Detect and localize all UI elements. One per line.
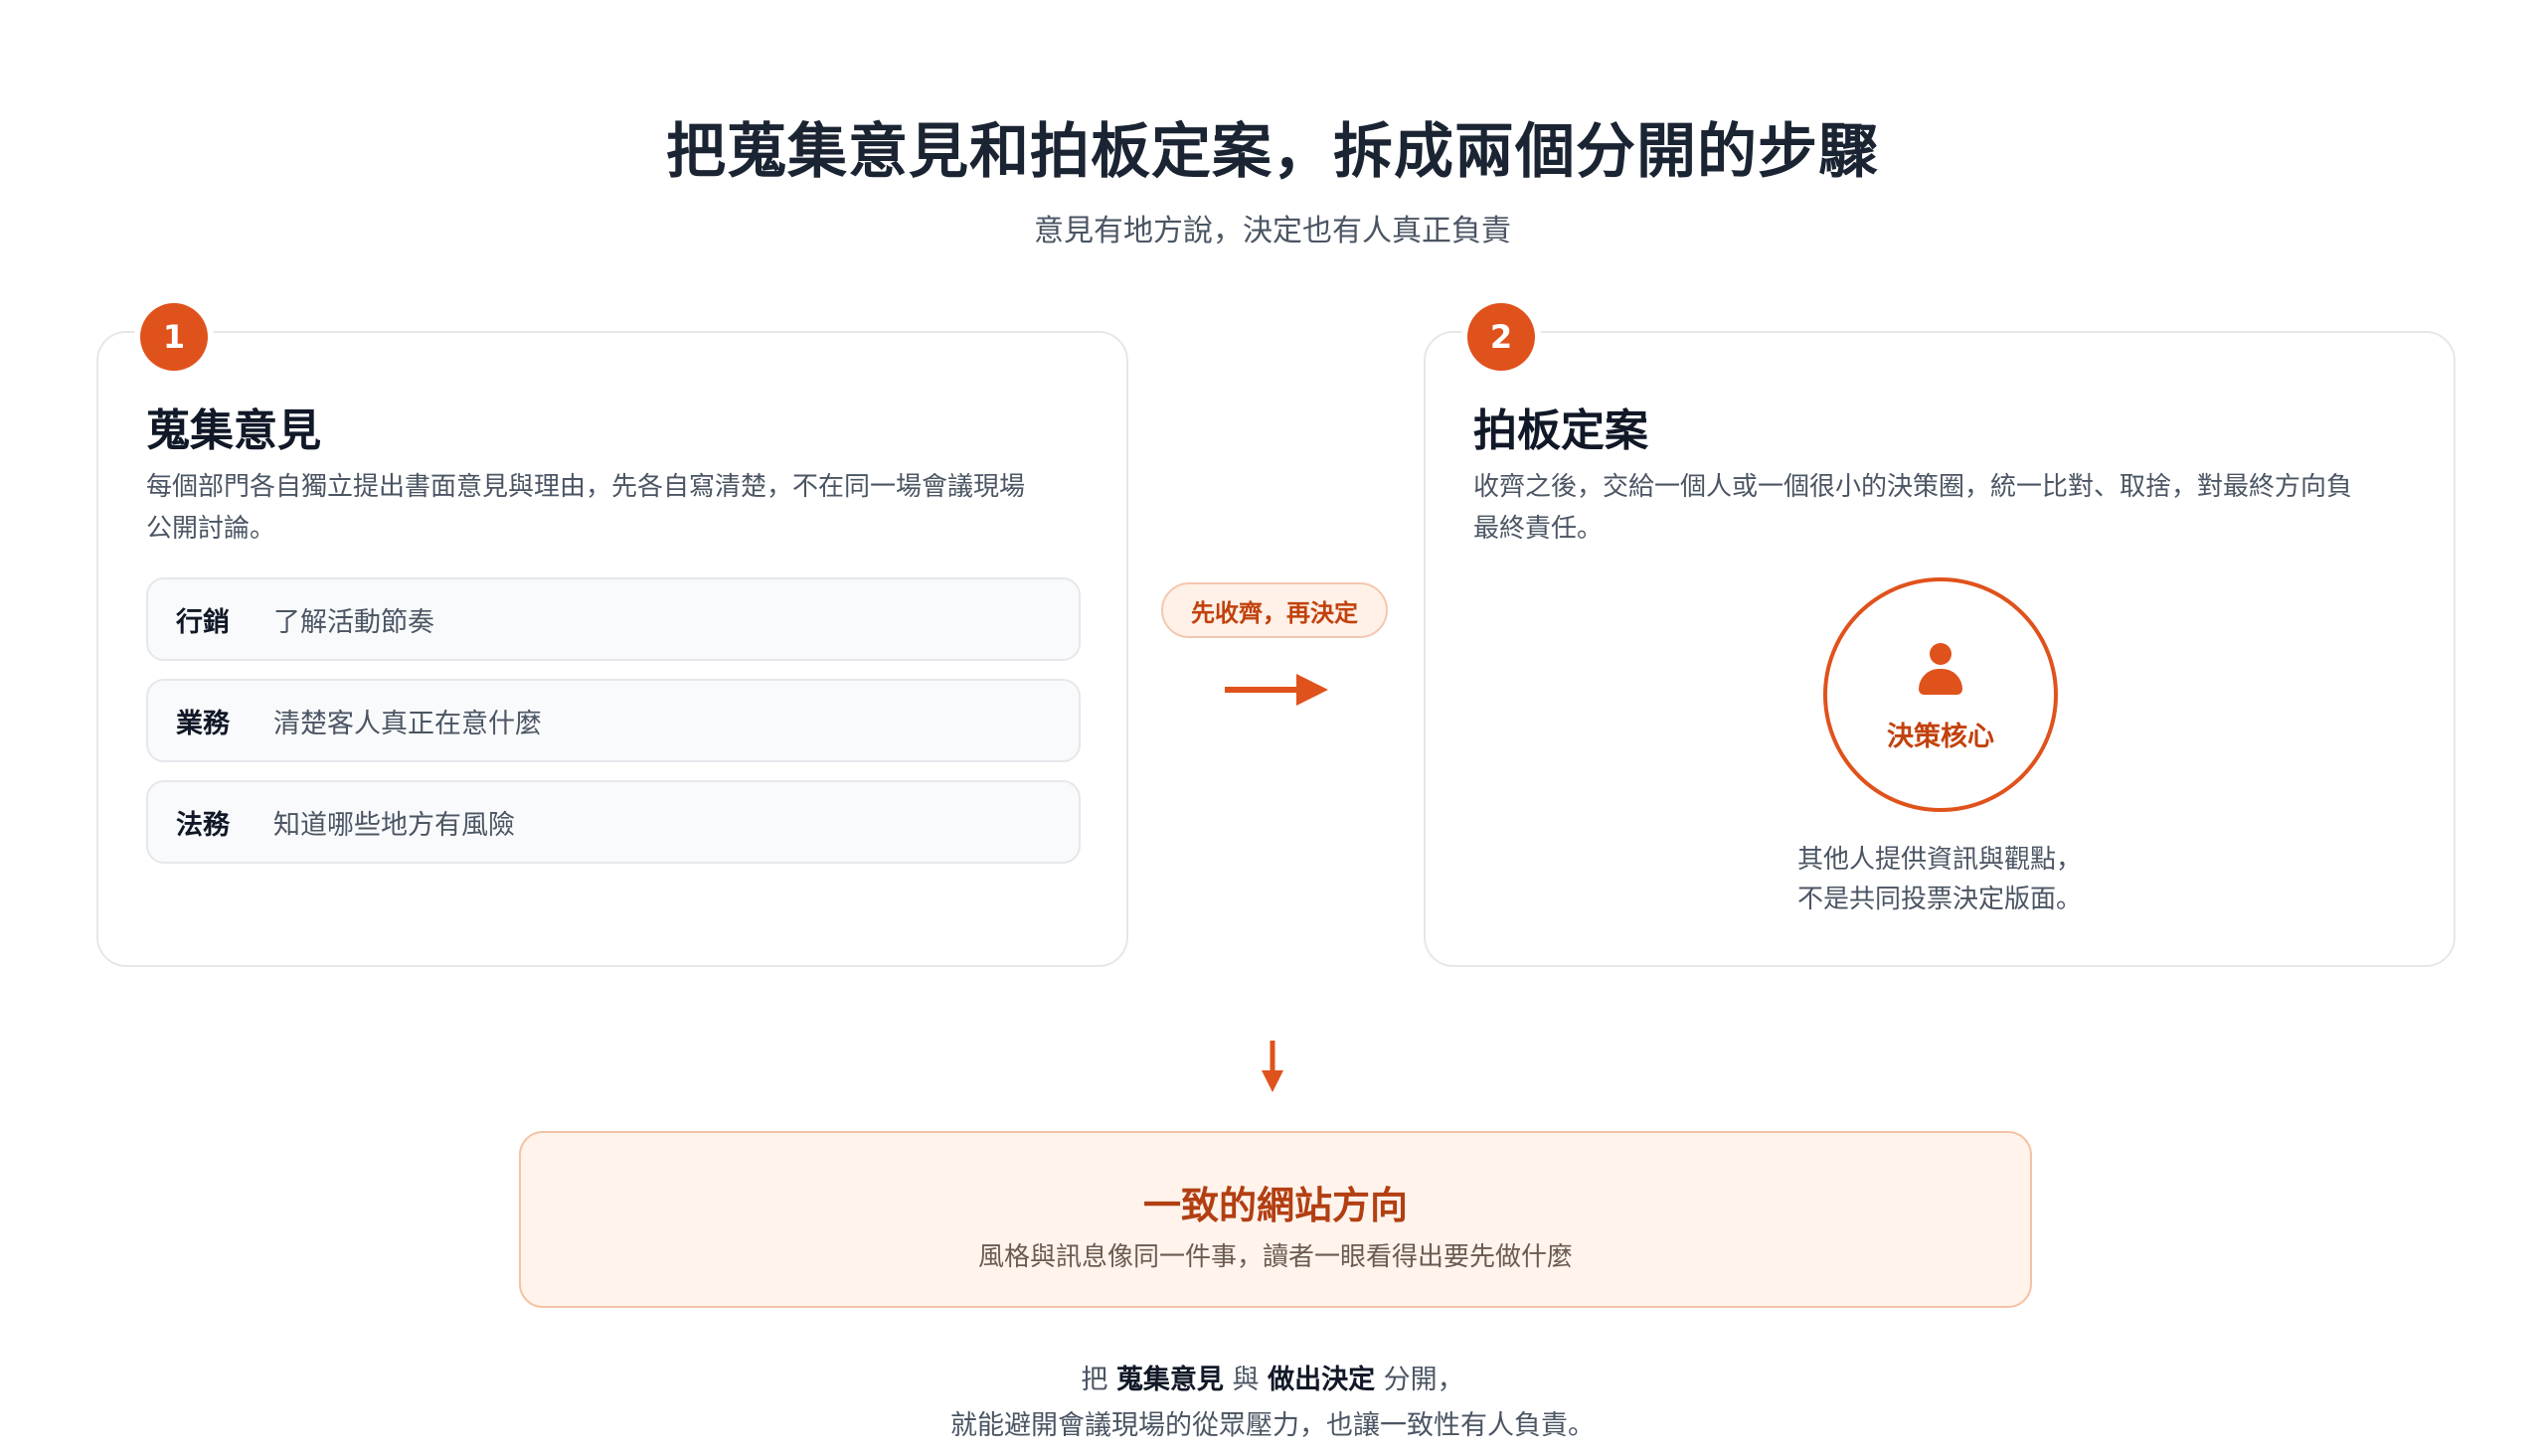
department-row-legal: 法務 知道哪些地方有風險 (146, 780, 1081, 864)
page-title: 把蒐集意見和拍板定案，拆成兩個分開的步驟 (666, 117, 1879, 187)
decision-core-note: 其他人提供資訊與觀點， 不是共同投票決定版面。 (1426, 840, 2454, 919)
result-box: 一致的網站方向 風格與訊息像同一件事，讀者一眼看得出要先做什麼 (519, 1131, 2032, 1308)
step-2-description-line-1: 收齊之後，交給一個人或一個很小的決策圈，統一比對、取捨，對最終方向負 (1473, 472, 2353, 502)
step-1-description-line-1: 每個部門各自獨立提出書面意見與理由，先各自寫清楚，不在同一場會議現場 (146, 472, 1026, 502)
department-value: 清楚客人真正在意什麼 (273, 708, 542, 739)
footer-line-1: 把 蒐集意見 與 做出決定 分開， (0, 1358, 2545, 1403)
footer-line-2: 就能避開會議現場的從眾壓力，也讓一致性有人負責。 (950, 1410, 1595, 1441)
decision-core-label: 決策核心 (1887, 722, 1994, 752)
page-subtitle: 意見有地方說，決定也有人真正負責 (1034, 214, 1511, 248)
step-1-badge: 1 (140, 303, 208, 371)
decision-core-note-line-1: 其他人提供資訊與觀點， (1796, 845, 2082, 875)
step-2-title: 拍板定案 (1473, 405, 1648, 456)
footer-summary: 把 蒐集意見 與 做出決定 分開， 就能避開會議現場的從眾壓力，也讓一致性有人負… (0, 1358, 2545, 1449)
decision-core-circle: 決策核心 (1823, 577, 2058, 812)
footer-suffix: 分開， (1375, 1365, 1464, 1395)
step-1-title: 蒐集意見 (146, 405, 321, 456)
page: 把蒐集意見和拍板定案，拆成兩個分開的步驟 意見有地方說，決定也有人真正負責 1 … (0, 0, 2545, 1456)
connector-label: 先收齊，再決定 (1161, 582, 1388, 638)
arrow-right-icon (1225, 674, 1328, 706)
department-value: 知道哪些地方有風險 (273, 809, 515, 841)
footer-bold-collect: 蒐集意見 (1115, 1365, 1224, 1395)
department-name: 法務 (176, 809, 230, 841)
footer-bold-decide: 做出決定 (1268, 1365, 1376, 1395)
step-2-description: 收齊之後，交給一個人或一個很小的決策圈，統一比對、取捨，對最終方向負 最終責任。 (1473, 466, 2408, 550)
step-1-description: 每個部門各自獨立提出書面意見與理由，先各自寫清楚，不在同一場會議現場 公開討論。 (146, 466, 1081, 550)
step-2-card: 2 拍板定案 收齊之後，交給一個人或一個很小的決策圈，統一比對、取捨，對最終方向… (1424, 303, 2456, 967)
decision-core-note-line-2: 不是共同投票決定版面。 (1796, 885, 2082, 914)
step-2-badge: 2 (1467, 303, 1535, 371)
step-1-card: 1 蒐集意見 每個部門各自獨立提出書面意見與理由，先各自寫清楚，不在同一場會議現… (96, 303, 1128, 967)
footer-prefix: 把 (1081, 1365, 1116, 1395)
department-row-marketing: 行銷 了解活動節奏 (146, 577, 1081, 661)
person-icon (1919, 643, 1962, 695)
footer-mid: 與 (1223, 1365, 1269, 1395)
department-name: 行銷 (176, 606, 230, 638)
result-subtitle: 風格與訊息像同一件事，讀者一眼看得出要先做什麼 (977, 1242, 1573, 1272)
result-title: 一致的網站方向 (1142, 1184, 1408, 1227)
department-name: 業務 (176, 708, 230, 739)
arrow-down-icon (1262, 1041, 1283, 1092)
department-value: 了解活動節奏 (273, 606, 434, 638)
department-row-sales: 業務 清楚客人真正在意什麼 (146, 679, 1081, 762)
step-2-description-line-2: 最終責任。 (1473, 514, 1604, 544)
step-1-description-line-2: 公開討論。 (146, 514, 276, 544)
